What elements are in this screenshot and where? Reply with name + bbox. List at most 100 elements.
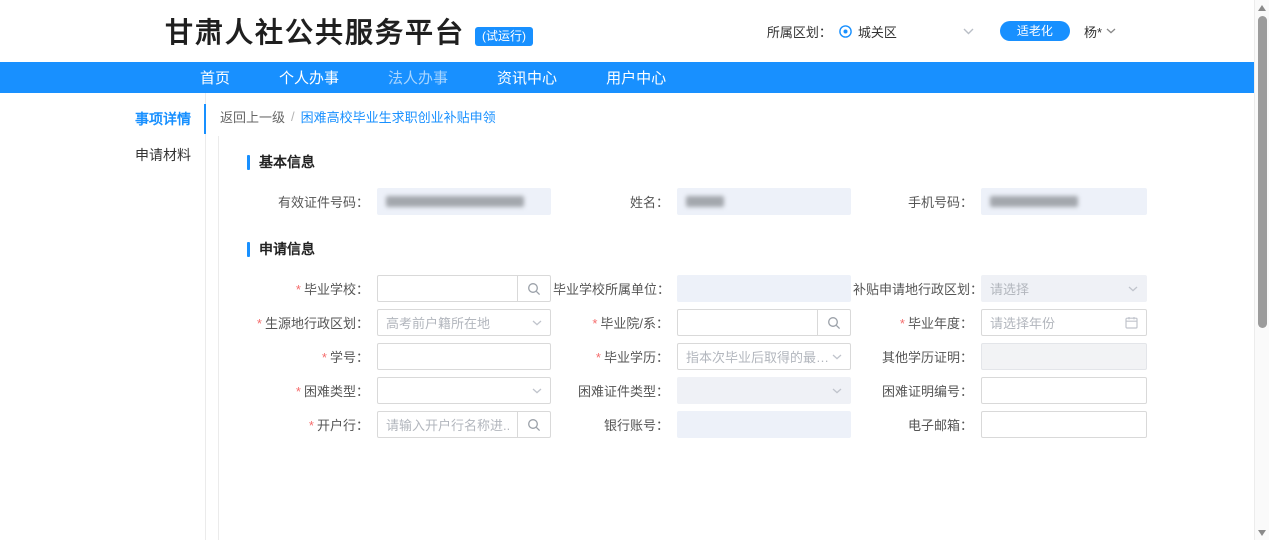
redacted-value	[990, 196, 1078, 207]
arrow-up-icon	[1258, 5, 1266, 11]
name-readonly	[677, 188, 851, 215]
elder-mode-button[interactable]: 适老化	[1000, 21, 1070, 41]
difficulty-type-select[interactable]	[377, 377, 551, 404]
form-panel: 基本信息 有效证件号码： 姓名： 手机号码：	[218, 136, 1254, 540]
field-graduation-department: *毕业院/系：	[553, 309, 853, 336]
chevron-down-icon	[1128, 286, 1138, 292]
subsidy-region-select: 请选择	[981, 275, 1147, 302]
other-education-cert-input	[981, 343, 1147, 370]
top-header: 甘肃人社公共服务平台 (试运行) 所属区划： 城关区 适老化 杨*	[0, 0, 1254, 62]
nav-item-corporate-services[interactable]: 法人办事	[388, 67, 448, 88]
content-area: 返回上一级 / 困难高校毕业生求职创业补贴申领 基本信息 有效证件号码： 姓名：	[206, 93, 1254, 540]
field-student-id: *学号：	[247, 343, 553, 370]
field-difficulty-cert-type: 困难证件类型：	[553, 377, 853, 404]
field-email: 电子邮箱：	[853, 411, 1153, 438]
field-mobile-number: 手机号码：	[853, 188, 1153, 215]
apply-info-grid: *毕业学校： 毕业学校所属单位： 补贴申请地行政区划： 请选择	[247, 275, 1254, 438]
nav-item-user-center[interactable]: 用户中心	[606, 67, 666, 88]
section-title-basic-info: 基本信息	[247, 152, 1254, 172]
search-icon	[527, 418, 541, 432]
school-affiliation-readonly	[677, 275, 851, 302]
search-icon	[527, 282, 541, 296]
breadcrumb: 返回上一级 / 困难高校毕业生求职创业补贴申领	[218, 105, 1254, 136]
breadcrumb-back-link[interactable]: 返回上一级	[220, 107, 285, 126]
student-id-input[interactable]	[377, 343, 551, 370]
required-mark: *	[322, 350, 327, 365]
field-education-level: *毕业学历： 指本次毕业后取得的最新学...	[553, 343, 853, 370]
field-difficulty-type: *困难类型：	[247, 377, 553, 404]
mobile-number-readonly	[981, 188, 1147, 215]
sidebar-item-materials[interactable]: 申请材料	[0, 139, 205, 171]
arrow-down-icon	[1258, 530, 1266, 536]
field-name: 姓名：	[553, 188, 853, 215]
required-mark: *	[257, 316, 262, 331]
nav-item-personal-services[interactable]: 个人办事	[279, 67, 339, 88]
search-button[interactable]	[517, 411, 551, 438]
field-bank-account: 银行账号：	[553, 411, 853, 438]
graduation-school-input[interactable]	[377, 275, 518, 302]
field-valid-id-number: 有效证件号码：	[247, 188, 553, 215]
field-graduation-year: *毕业年度： 请选择年份	[853, 309, 1153, 336]
header-right: 所属区划： 城关区 适老化 杨*	[767, 21, 1116, 41]
scrollbar-down-button[interactable]	[1255, 525, 1269, 540]
chevron-down-icon	[1106, 28, 1116, 34]
valid-id-number-readonly	[377, 188, 551, 215]
app-window: 甘肃人社公共服务平台 (试运行) 所属区划： 城关区 适老化 杨* 首页 个人办…	[0, 0, 1254, 540]
chevron-down-icon	[832, 354, 842, 360]
field-school-affiliation: 毕业学校所属单位：	[553, 275, 853, 302]
field-bank-branch: *开户行： 请输入开户行名称进...	[247, 411, 553, 438]
required-mark: *	[296, 384, 301, 399]
chevron-down-icon	[832, 388, 842, 394]
trial-badge: (试运行)	[475, 27, 533, 46]
difficulty-cert-type-select	[677, 377, 851, 404]
required-mark: *	[592, 316, 597, 331]
chevron-down-icon	[532, 388, 542, 394]
education-level-select[interactable]: 指本次毕业后取得的最新学...	[677, 343, 851, 370]
graduation-year-datepicker[interactable]: 请选择年份	[981, 309, 1147, 336]
bank-account-readonly	[677, 411, 851, 438]
chevron-down-icon	[532, 320, 542, 326]
search-button[interactable]	[817, 309, 851, 336]
field-graduation-school: *毕业学校：	[247, 275, 553, 302]
user-menu[interactable]: 杨*	[1084, 22, 1116, 41]
search-button[interactable]	[517, 275, 551, 302]
user-name: 杨*	[1084, 22, 1102, 41]
basic-info-grid: 有效证件号码： 姓名： 手机号码：	[247, 188, 1254, 215]
scrollbar-thumb[interactable]	[1258, 16, 1267, 328]
section-title-apply-info: 申请信息	[247, 239, 1254, 259]
sidebar: 事项详情 申请材料	[0, 93, 206, 540]
breadcrumb-current-link[interactable]: 困难高校毕业生求职创业补贴申领	[301, 107, 496, 126]
page-body: 事项详情 申请材料 返回上一级 / 困难高校毕业生求职创业补贴申领 基本信息 有…	[0, 93, 1254, 540]
difficulty-cert-number-input[interactable]	[981, 377, 1147, 404]
sidebar-item-detail[interactable]: 事项详情	[0, 103, 205, 135]
scrollbar[interactable]	[1254, 0, 1269, 540]
bank-branch-input[interactable]: 请输入开户行名称进...	[377, 411, 518, 438]
redacted-value	[686, 196, 724, 207]
nav-item-news-center[interactable]: 资讯中心	[497, 67, 557, 88]
field-other-education-cert: 其他学历证明：	[853, 343, 1153, 370]
email-input[interactable]	[981, 411, 1147, 438]
field-subsidy-region: 补贴申请地行政区划： 请选择	[853, 275, 1153, 302]
field-origin-region: *生源地行政区划： 高考前户籍所在地	[247, 309, 553, 336]
location-pin-icon	[838, 24, 853, 39]
region-select-value[interactable]: 城关区	[858, 22, 897, 41]
breadcrumb-separator: /	[291, 109, 295, 124]
required-mark: *	[596, 350, 601, 365]
required-mark: *	[309, 418, 314, 433]
required-mark: *	[900, 316, 905, 331]
chevron-down-icon[interactable]	[963, 28, 974, 35]
nav-item-home[interactable]: 首页	[200, 67, 230, 88]
section-bar-icon	[247, 242, 250, 257]
redacted-value	[386, 196, 524, 207]
origin-region-select[interactable]: 高考前户籍所在地	[377, 309, 551, 336]
section-bar-icon	[247, 155, 250, 170]
calendar-icon	[1125, 316, 1138, 329]
required-mark: *	[296, 282, 301, 297]
region-label: 所属区划：	[767, 22, 832, 41]
scrollbar-up-button[interactable]	[1255, 0, 1269, 15]
main-nav: 首页 个人办事 法人办事 资讯中心 用户中心	[0, 62, 1254, 93]
search-icon	[827, 316, 841, 330]
graduation-department-input[interactable]	[677, 309, 818, 336]
field-difficulty-cert-number: 困难证明编号：	[853, 377, 1153, 404]
site-title: 甘肃人社公共服务平台	[165, 11, 465, 51]
